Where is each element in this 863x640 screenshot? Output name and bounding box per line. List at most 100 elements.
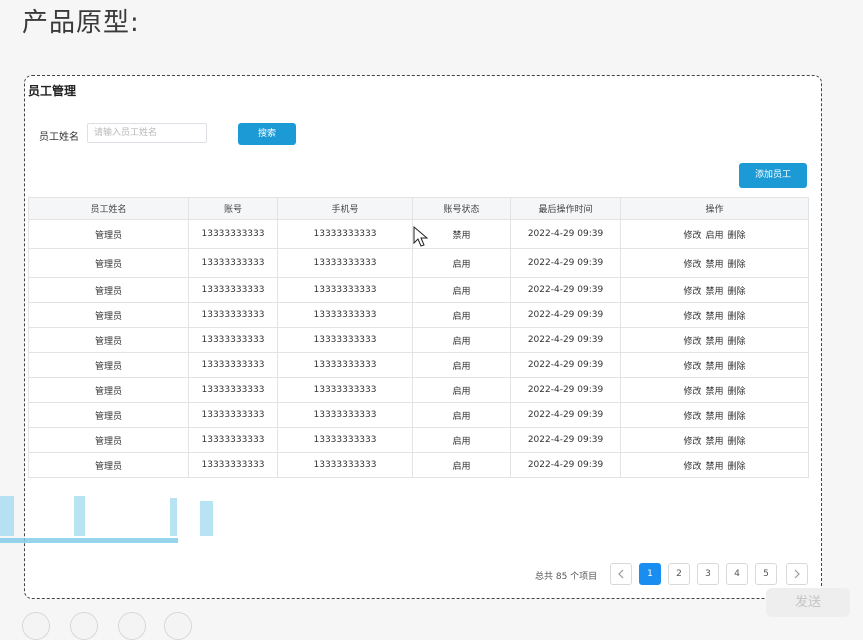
cell-phone: 13333333333	[277, 302, 413, 328]
disable-link[interactable]: 禁用	[705, 437, 723, 447]
pagination-next-button[interactable]	[786, 563, 808, 585]
enable-link[interactable]: 启用	[705, 231, 723, 241]
table-row: 管理员 13333333333 13333333333 启用 2022-4-29…	[28, 452, 809, 478]
disable-link[interactable]: 禁用	[705, 462, 723, 472]
toolbar-circle-button[interactable]	[118, 612, 146, 640]
cell-name: 管理员	[28, 377, 189, 403]
cell-time: 2022-4-29 09:39	[510, 219, 621, 249]
cell-account: 13333333333	[188, 377, 278, 403]
edit-link[interactable]: 修改	[683, 362, 701, 372]
toolbar-circle-button[interactable]	[164, 612, 192, 640]
cell-time: 2022-4-29 09:39	[510, 377, 621, 403]
cell-account: 13333333333	[188, 327, 278, 353]
toolbar-circle-button[interactable]	[22, 612, 50, 640]
edit-link[interactable]: 修改	[683, 260, 701, 270]
cell-time: 2022-4-29 09:39	[510, 402, 621, 428]
toolbar-circle-button[interactable]	[70, 612, 98, 640]
cell-time: 2022-4-29 09:39	[510, 427, 621, 453]
cell-status: 启用	[412, 352, 511, 378]
send-button[interactable]: 发送	[766, 588, 850, 617]
edit-link[interactable]: 修改	[683, 231, 701, 241]
delete-link[interactable]: 删除	[728, 337, 746, 347]
table-row: 管理员 13333333333 13333333333 启用 2022-4-29…	[28, 302, 809, 328]
pagination-prev-button[interactable]	[610, 563, 632, 585]
cell-account: 13333333333	[188, 427, 278, 453]
column-header-name: 员工姓名	[28, 197, 189, 220]
pagination-page-5[interactable]: 5	[755, 563, 777, 585]
edit-link[interactable]: 修改	[683, 387, 701, 397]
disable-link[interactable]: 禁用	[705, 312, 723, 322]
page-title: 员工管理	[28, 84, 77, 98]
slide-title: 产品原型:	[22, 8, 140, 38]
delete-link[interactable]: 删除	[728, 462, 746, 472]
delete-link[interactable]: 删除	[728, 412, 746, 422]
pagination-page-2[interactable]: 2	[668, 563, 690, 585]
disable-link[interactable]: 禁用	[705, 412, 723, 422]
cell-time: 2022-4-29 09:39	[510, 452, 621, 478]
pagination-page-1[interactable]: 1	[639, 563, 661, 585]
cell-phone: 13333333333	[277, 248, 413, 278]
cell-actions: 修改 禁用 删除	[620, 452, 809, 478]
disable-link[interactable]: 禁用	[705, 362, 723, 372]
table-row: 管理员 13333333333 13333333333 启用 2022-4-29…	[28, 277, 809, 303]
edit-link[interactable]: 修改	[683, 312, 701, 322]
cell-status: 启用	[412, 248, 511, 278]
cell-name: 管理员	[28, 352, 189, 378]
edit-link[interactable]: 修改	[683, 412, 701, 422]
edit-link[interactable]: 修改	[683, 462, 701, 472]
cell-status: 启用	[412, 402, 511, 428]
cell-actions: 修改 禁用 删除	[620, 327, 809, 353]
search-button[interactable]: 搜索	[238, 123, 296, 145]
delete-link[interactable]: 删除	[728, 231, 746, 241]
cell-account: 13333333333	[188, 277, 278, 303]
disable-link[interactable]: 禁用	[705, 337, 723, 347]
disable-link[interactable]: 禁用	[705, 260, 723, 270]
pagination-page-4[interactable]: 4	[726, 563, 748, 585]
cell-actions: 修改 禁用 删除	[620, 248, 809, 278]
cell-name: 管理员	[28, 302, 189, 328]
cell-account: 13333333333	[188, 402, 278, 428]
table-row: 管理员 13333333333 13333333333 启用 2022-4-29…	[28, 327, 809, 353]
chevron-right-icon	[794, 569, 800, 579]
delete-link[interactable]: 删除	[728, 312, 746, 322]
cell-time: 2022-4-29 09:39	[510, 352, 621, 378]
decor-line	[0, 538, 178, 543]
cell-status: 启用	[412, 452, 511, 478]
cell-name: 管理员	[28, 327, 189, 353]
disable-link[interactable]: 禁用	[705, 387, 723, 397]
cell-actions: 修改 禁用 删除	[620, 277, 809, 303]
cell-name: 管理员	[28, 452, 189, 478]
cell-phone: 13333333333	[277, 402, 413, 428]
disable-link[interactable]: 禁用	[705, 287, 723, 297]
cell-account: 13333333333	[188, 248, 278, 278]
edit-link[interactable]: 修改	[683, 437, 701, 447]
delete-link[interactable]: 删除	[728, 260, 746, 270]
cell-status: 启用	[412, 377, 511, 403]
delete-link[interactable]: 删除	[728, 362, 746, 372]
delete-link[interactable]: 删除	[728, 437, 746, 447]
chevron-left-icon	[618, 569, 624, 579]
edit-link[interactable]: 修改	[683, 287, 701, 297]
cell-status: 启用	[412, 327, 511, 353]
edit-link[interactable]: 修改	[683, 337, 701, 347]
cell-account: 13333333333	[188, 452, 278, 478]
cell-phone: 13333333333	[277, 352, 413, 378]
cell-name: 管理员	[28, 427, 189, 453]
column-header-status: 账号状态	[412, 197, 511, 220]
column-header-account: 账号	[188, 197, 278, 220]
table-row: 管理员 13333333333 13333333333 启用 2022-4-29…	[28, 427, 809, 453]
column-header-actions: 操作	[620, 197, 809, 220]
cell-account: 13333333333	[188, 352, 278, 378]
column-header-last-operation-time: 最后操作时间	[510, 197, 621, 220]
employee-name-search-input[interactable]	[87, 123, 207, 143]
cell-time: 2022-4-29 09:39	[510, 248, 621, 278]
delete-link[interactable]: 删除	[728, 387, 746, 397]
pagination-page-3[interactable]: 3	[697, 563, 719, 585]
cell-actions: 修改 禁用 删除	[620, 377, 809, 403]
cell-status: 启用	[412, 277, 511, 303]
cell-phone: 13333333333	[277, 327, 413, 353]
cell-account: 13333333333	[188, 302, 278, 328]
table-row: 管理员 13333333333 13333333333 启用 2022-4-29…	[28, 248, 809, 278]
delete-link[interactable]: 删除	[728, 287, 746, 297]
add-employee-button[interactable]: 添加员工	[739, 163, 807, 188]
